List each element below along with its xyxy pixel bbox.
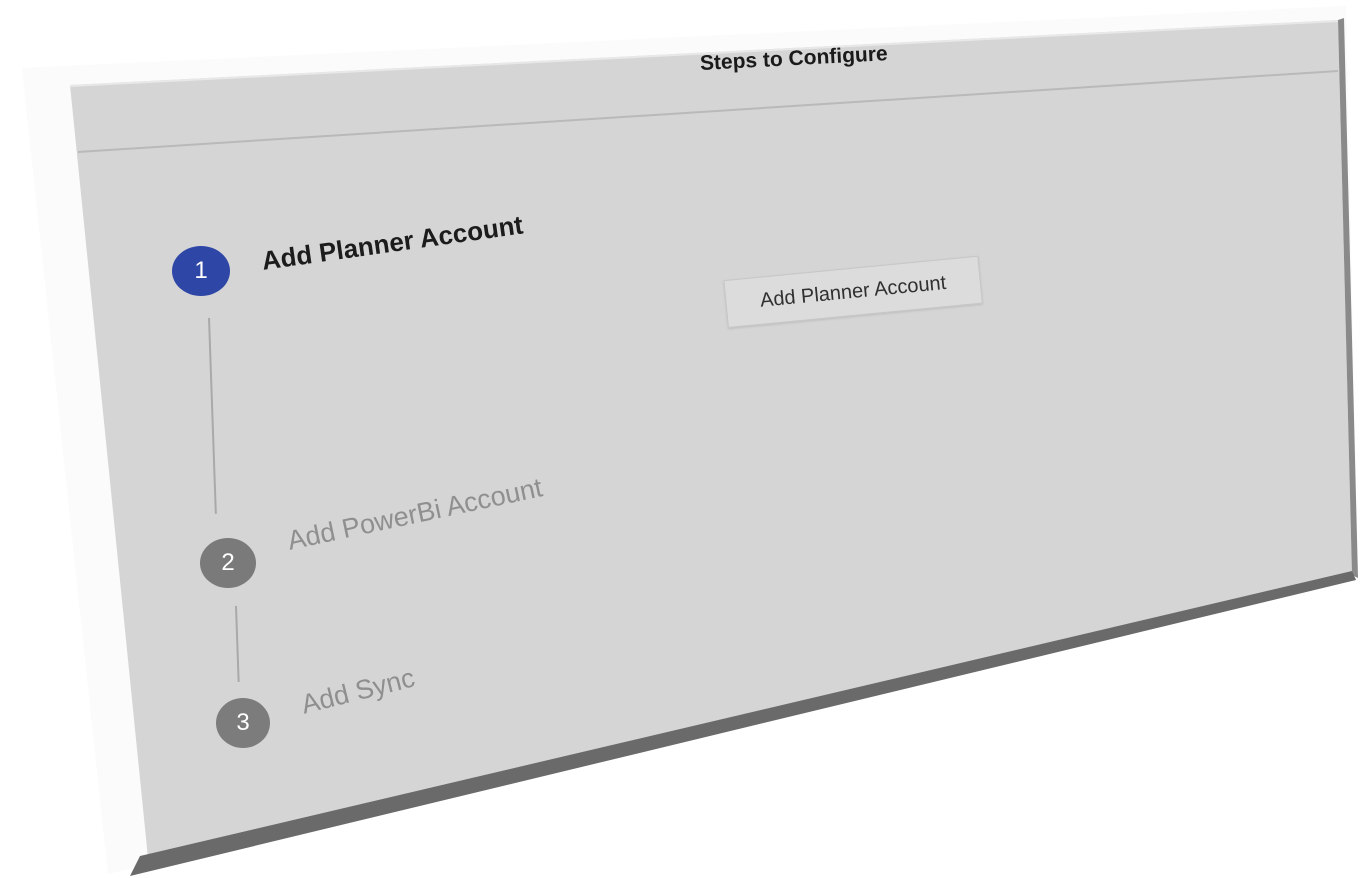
screenshot-stage: Steps to Configure 1 Add Planner Account… (0, 0, 1364, 878)
step-1-number: 1 (172, 246, 230, 296)
step-3-number: 3 (216, 698, 270, 748)
dialog-panel (70, 20, 1352, 858)
step-2-number: 2 (200, 538, 256, 588)
